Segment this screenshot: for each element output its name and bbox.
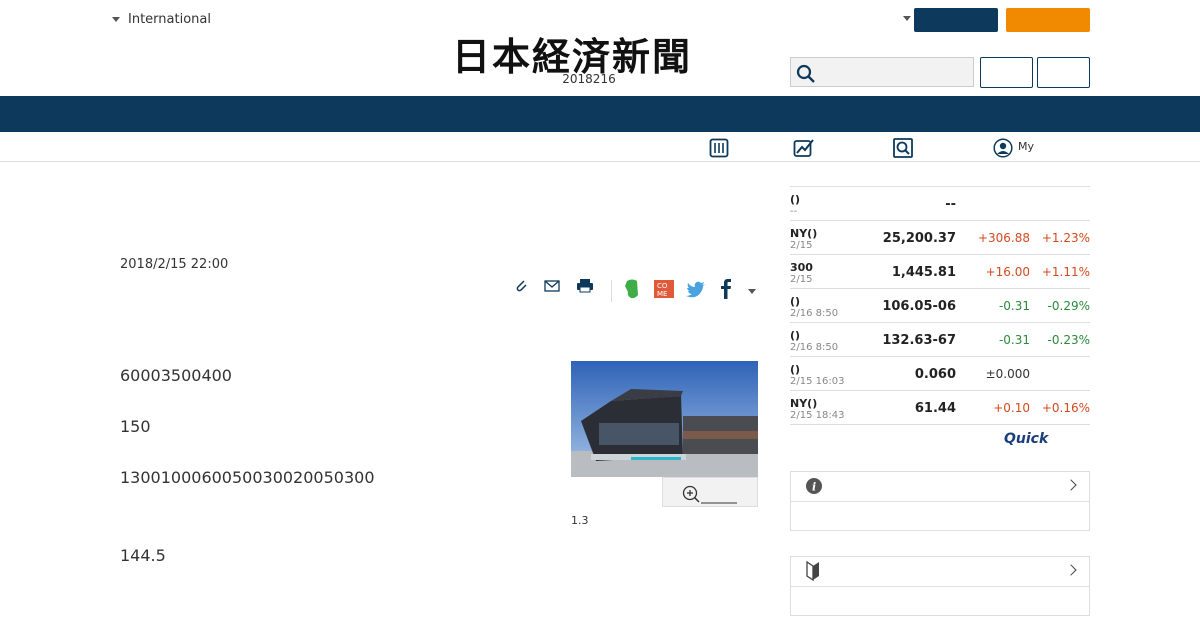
comment-icon[interactable]: CO ME bbox=[654, 278, 674, 304]
search-input[interactable] bbox=[790, 57, 974, 87]
market-time: 2/15 16:03 bbox=[790, 376, 845, 387]
caret-down-icon[interactable] bbox=[903, 16, 911, 21]
chevron-right-icon bbox=[1065, 564, 1077, 576]
market-pct: +1.11% bbox=[1041, 265, 1090, 279]
market-time: -- bbox=[790, 206, 798, 217]
market-time: 2/16 8:50 bbox=[790, 342, 839, 353]
market-name: () bbox=[790, 329, 801, 342]
market-value: 106.05-06 bbox=[882, 299, 956, 314]
more-share-caret-icon[interactable] bbox=[748, 289, 756, 294]
mail-icon[interactable] bbox=[544, 278, 560, 297]
share-divider bbox=[611, 280, 612, 302]
market-row[interactable]: NY() 2/15 18:43 61.44 +0.10 +0.16% bbox=[790, 391, 1090, 425]
evernote-icon[interactable] bbox=[623, 278, 641, 304]
beginner-box-header[interactable] bbox=[791, 557, 1089, 587]
beginner-mark-icon bbox=[806, 561, 819, 581]
market-name: () bbox=[790, 295, 801, 308]
market-pct: +0.16% bbox=[1041, 401, 1090, 415]
market-table: () -- -- NY() 2/15 25,200.37 +306.88 +1.… bbox=[790, 186, 1090, 425]
market-row[interactable]: () -- -- bbox=[790, 187, 1090, 221]
market-row[interactable]: 300 2/15 1,445.81 +16.00 +1.11% bbox=[790, 255, 1090, 289]
market-chart-icon[interactable] bbox=[793, 138, 815, 162]
article-paragraph: 144.5 bbox=[120, 546, 166, 565]
edition-label: International bbox=[128, 12, 211, 27]
user-icon[interactable] bbox=[993, 138, 1013, 162]
market-change: +306.88 bbox=[977, 231, 1030, 245]
clip-icon[interactable] bbox=[514, 278, 530, 298]
subscribe-button[interactable] bbox=[1006, 8, 1090, 32]
market-time: 2/15 18:43 bbox=[790, 410, 845, 421]
quick-logo[interactable]: Quick bbox=[1004, 431, 1048, 447]
article-paragraph: 60003500400 bbox=[120, 366, 232, 385]
market-value: 132.63-67 bbox=[882, 333, 956, 348]
header-button-2[interactable] bbox=[1037, 57, 1090, 88]
twitter-icon[interactable] bbox=[686, 278, 706, 304]
market-name: () bbox=[790, 363, 801, 376]
market-row[interactable]: () 2/16 8:50 132.63-67 -0.31 -0.23% bbox=[790, 323, 1090, 357]
market-time: 2/15 bbox=[790, 240, 813, 251]
market-value: 25,200.37 bbox=[882, 231, 956, 246]
market-value: 1,445.81 bbox=[891, 265, 956, 280]
market-time: 2/15 bbox=[790, 274, 813, 285]
market-change: ±0.000 bbox=[985, 367, 1030, 381]
header-button-1[interactable] bbox=[980, 57, 1033, 88]
market-row[interactable]: () 2/15 16:03 0.060 ±0.000 bbox=[790, 357, 1090, 391]
market-change: -0.31 bbox=[998, 333, 1030, 347]
market-row[interactable]: NY() 2/15 25,200.37 +306.88 +1.23% bbox=[790, 221, 1090, 255]
market-pct: -0.23% bbox=[1047, 333, 1090, 347]
search-box-icon[interactable] bbox=[893, 138, 913, 162]
svg-text:CO: CO bbox=[657, 282, 668, 290]
svg-text:ME: ME bbox=[657, 290, 667, 298]
market-value: 0.060 bbox=[914, 367, 956, 382]
newspaper-icon[interactable] bbox=[709, 138, 729, 162]
photo-caption: 1.3 bbox=[571, 514, 589, 527]
caret-down-icon bbox=[112, 17, 120, 22]
market-row[interactable]: () 2/16 8:50 106.05-06 -0.31 -0.29% bbox=[790, 289, 1090, 323]
issue-date: 2018216 bbox=[562, 72, 616, 86]
market-value: -- bbox=[945, 197, 956, 212]
main-nav-bar[interactable] bbox=[0, 96, 1200, 132]
article-paragraph: 130010006005003002005030​0 bbox=[120, 468, 375, 487]
market-change: +0.10 bbox=[993, 401, 1030, 415]
print-icon[interactable] bbox=[576, 278, 594, 298]
market-pct: -0.29% bbox=[1047, 299, 1090, 313]
market-name: NY() bbox=[790, 227, 818, 240]
market-value: 61.44 bbox=[914, 401, 956, 416]
article-photo[interactable] bbox=[571, 361, 758, 477]
market-name: NY() bbox=[790, 397, 818, 410]
market-change: +16.00 bbox=[985, 265, 1030, 279]
info-box: i bbox=[790, 471, 1090, 531]
info-box-header[interactable]: i bbox=[791, 472, 1089, 502]
beginner-box bbox=[790, 556, 1090, 616]
zoom-button[interactable] bbox=[662, 477, 758, 507]
zoom-in-icon bbox=[682, 485, 737, 504]
market-time: 2/16 8:50 bbox=[790, 308, 839, 319]
article-paragraph: 150 bbox=[120, 417, 151, 436]
svg-text:i: i bbox=[812, 481, 816, 494]
market-change: -0.31 bbox=[998, 299, 1030, 313]
my-page-label[interactable]: My bbox=[1018, 140, 1034, 153]
market-pct: +1.23% bbox=[1041, 231, 1090, 245]
edition-selector[interactable]: International bbox=[112, 12, 211, 27]
market-name: 300 bbox=[790, 261, 813, 274]
info-icon: i bbox=[806, 478, 822, 494]
publish-date: 2018/2/15 22:00 bbox=[120, 257, 229, 272]
chevron-right-icon bbox=[1065, 479, 1077, 491]
search-icon bbox=[796, 64, 815, 83]
login-button[interactable] bbox=[914, 8, 998, 32]
market-name: () bbox=[790, 193, 801, 206]
facebook-icon[interactable] bbox=[719, 278, 733, 304]
